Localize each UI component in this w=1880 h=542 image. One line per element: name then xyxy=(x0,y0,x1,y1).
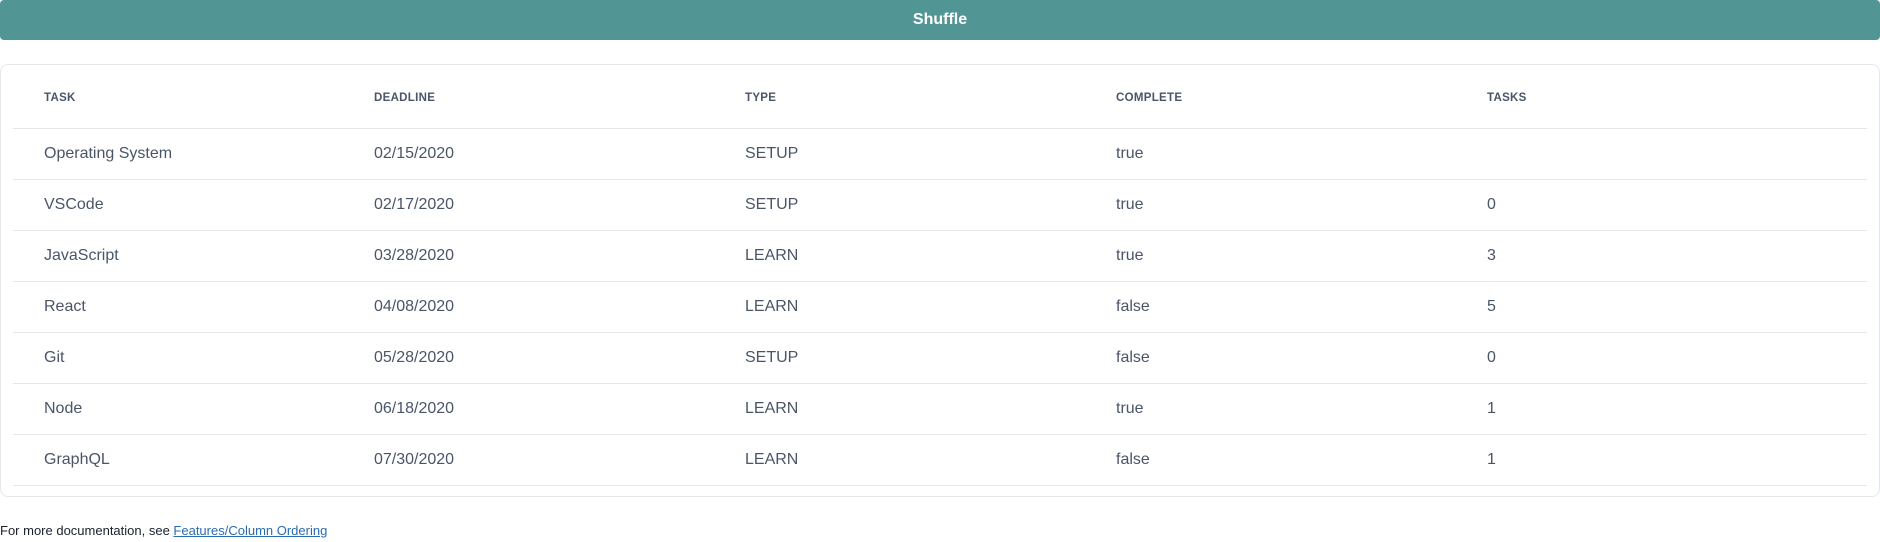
table-row: React 04/08/2020 LEARN false 5 xyxy=(13,281,1867,333)
table-card: TASK DEADLINE TYPE COMPLETE TASKS Operat… xyxy=(0,64,1880,497)
cell-deadline: 02/17/2020 xyxy=(374,179,745,231)
column-header-complete[interactable]: COMPLETE xyxy=(1116,65,1487,129)
cell-complete: true xyxy=(1116,230,1487,282)
table-row: Operating System 02/15/2020 SETUP true xyxy=(13,128,1867,180)
cell-type: SETUP xyxy=(745,332,1116,384)
cell-tasks: 0 xyxy=(1487,332,1867,384)
task-table: TASK DEADLINE TYPE COMPLETE TASKS Operat… xyxy=(13,65,1867,486)
cell-deadline: 03/28/2020 xyxy=(374,230,745,282)
cell-type: LEARN xyxy=(745,230,1116,282)
table-header-row: TASK DEADLINE TYPE COMPLETE TASKS xyxy=(13,65,1867,129)
documentation-note-text: For more documentation, see xyxy=(0,523,174,538)
table-row: VSCode 02/17/2020 SETUP true 0 xyxy=(13,179,1867,231)
cell-task: Git xyxy=(13,332,374,384)
cell-deadline: 05/28/2020 xyxy=(374,332,745,384)
cell-task: Node xyxy=(13,383,374,435)
column-header-deadline[interactable]: DEADLINE xyxy=(374,65,745,129)
column-header-tasks[interactable]: TASKS xyxy=(1487,65,1867,129)
column-header-task[interactable]: TASK xyxy=(13,65,374,129)
cell-type: LEARN xyxy=(745,383,1116,435)
cell-tasks: 5 xyxy=(1487,281,1867,333)
cell-complete: false xyxy=(1116,332,1487,384)
cell-complete: false xyxy=(1116,281,1487,333)
cell-deadline: 07/30/2020 xyxy=(374,434,745,486)
cell-complete: true xyxy=(1116,128,1487,180)
shuffle-button[interactable]: Shuffle xyxy=(0,0,1880,40)
cell-task: Operating System xyxy=(13,128,374,180)
column-ordering-docs-link[interactable]: Features/Column Ordering xyxy=(173,523,327,538)
cell-deadline: 02/15/2020 xyxy=(374,128,745,180)
cell-tasks: 3 xyxy=(1487,230,1867,282)
table-row: Node 06/18/2020 LEARN true 1 xyxy=(13,383,1867,435)
cell-type: LEARN xyxy=(745,434,1116,486)
cell-type: SETUP xyxy=(745,128,1116,180)
column-header-type[interactable]: TYPE xyxy=(745,65,1116,129)
cell-task: VSCode xyxy=(13,179,374,231)
table-row: Git 05/28/2020 SETUP false 0 xyxy=(13,332,1867,384)
cell-complete: false xyxy=(1116,434,1487,486)
cell-tasks: 1 xyxy=(1487,383,1867,435)
table-row: GraphQL 07/30/2020 LEARN false 1 xyxy=(13,434,1867,486)
cell-type: SETUP xyxy=(745,179,1116,231)
cell-type: LEARN xyxy=(745,281,1116,333)
cell-tasks: 0 xyxy=(1487,179,1867,231)
documentation-note: For more documentation, see Features/Col… xyxy=(0,523,327,538)
cell-tasks xyxy=(1487,128,1867,180)
cell-task: JavaScript xyxy=(13,230,374,282)
cell-task: React xyxy=(13,281,374,333)
table-row: JavaScript 03/28/2020 LEARN true 3 xyxy=(13,230,1867,282)
cell-deadline: 06/18/2020 xyxy=(374,383,745,435)
cell-complete: true xyxy=(1116,383,1487,435)
cell-task: GraphQL xyxy=(13,434,374,486)
cell-complete: true xyxy=(1116,179,1487,231)
cell-tasks: 1 xyxy=(1487,434,1867,486)
cell-deadline: 04/08/2020 xyxy=(374,281,745,333)
